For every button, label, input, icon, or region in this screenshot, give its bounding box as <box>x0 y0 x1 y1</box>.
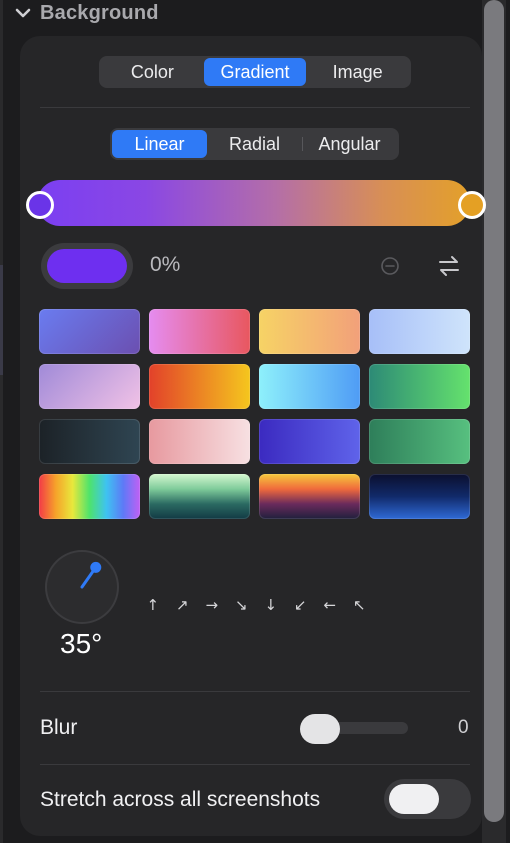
blur-value: 0 <box>458 717 469 738</box>
gradient-preset-swatch[interactable] <box>39 364 140 409</box>
tab-linear[interactable]: Linear <box>112 130 207 158</box>
section-title: Background <box>40 1 159 24</box>
gradient-preset-swatch[interactable] <box>369 364 470 409</box>
stretch-label: Stretch across all screenshots <box>40 788 321 811</box>
gradient-preset-swatch[interactable] <box>39 474 140 519</box>
gradient-stop-end[interactable] <box>458 191 486 219</box>
background-type-segmented-control: Color Gradient Image <box>99 56 411 88</box>
arrow-up-left-icon[interactable]: ↖ <box>345 596 375 614</box>
gradient-preset-swatch[interactable] <box>259 309 360 354</box>
tab-radial[interactable]: Radial <box>207 130 302 158</box>
arrow-up-right-icon[interactable]: ↗ <box>168 596 198 614</box>
gradient-preset-swatch[interactable] <box>369 309 470 354</box>
angle-value: 35° <box>60 628 103 659</box>
tab-gradient[interactable]: Gradient <box>203 58 307 86</box>
divider <box>40 691 470 692</box>
gradient-preset-swatch[interactable] <box>149 364 250 409</box>
angle-dial-handle[interactable] <box>47 552 117 622</box>
arrow-down-icon[interactable]: ↓ <box>256 596 286 614</box>
stop-position-value: 0% <box>150 253 181 276</box>
stop-color-swatch[interactable] <box>47 249 127 283</box>
gradient-preset-swatch[interactable] <box>259 364 360 409</box>
gradient-type-segmented-control: Linear Radial Angular <box>110 128 399 160</box>
arrow-left-icon[interactable]: ← <box>315 596 345 614</box>
gradient-preset-swatch[interactable] <box>149 474 250 519</box>
swap-arrows-icon[interactable] <box>436 253 462 279</box>
gradient-preset-swatch[interactable] <box>259 474 360 519</box>
window-edge <box>0 0 3 843</box>
section-header[interactable]: Background <box>14 0 159 26</box>
scrollbar-thumb[interactable] <box>484 0 504 822</box>
divider <box>40 107 470 108</box>
tab-image[interactable]: Image <box>306 58 409 86</box>
blur-slider-knob[interactable] <box>300 714 340 744</box>
arrow-up-icon[interactable]: ↑ <box>138 596 168 614</box>
gradient-preset-swatch[interactable] <box>149 309 250 354</box>
gradient-stop-start[interactable] <box>26 191 54 219</box>
arrow-right-icon[interactable]: → <box>197 596 227 614</box>
angle-dial[interactable] <box>47 552 117 622</box>
gradient-preset-swatch[interactable] <box>259 419 360 464</box>
gradient-preset-swatch[interactable] <box>39 419 140 464</box>
gradient-preset-swatch[interactable] <box>39 309 140 354</box>
arrow-down-left-icon[interactable]: ↙ <box>286 596 316 614</box>
angle-direction-presets: ↑ ↗ → ↘ ↓ ↙ ← ↖ <box>138 596 374 614</box>
gradient-preset-swatch[interactable] <box>149 419 250 464</box>
gradient-preset-swatch[interactable] <box>369 419 470 464</box>
tab-angular[interactable]: Angular <box>302 130 397 158</box>
blur-label: Blur <box>40 716 78 739</box>
gradient-preview-bar[interactable] <box>37 180 470 226</box>
stretch-toggle-knob[interactable] <box>389 784 439 814</box>
arrow-down-right-icon[interactable]: ↘ <box>227 596 257 614</box>
gradient-preset-swatch[interactable] <box>369 474 470 519</box>
minus-circle-icon[interactable] <box>380 256 400 276</box>
divider <box>40 764 470 765</box>
chevron-down-icon <box>15 8 31 18</box>
tab-color[interactable]: Color <box>101 58 204 86</box>
